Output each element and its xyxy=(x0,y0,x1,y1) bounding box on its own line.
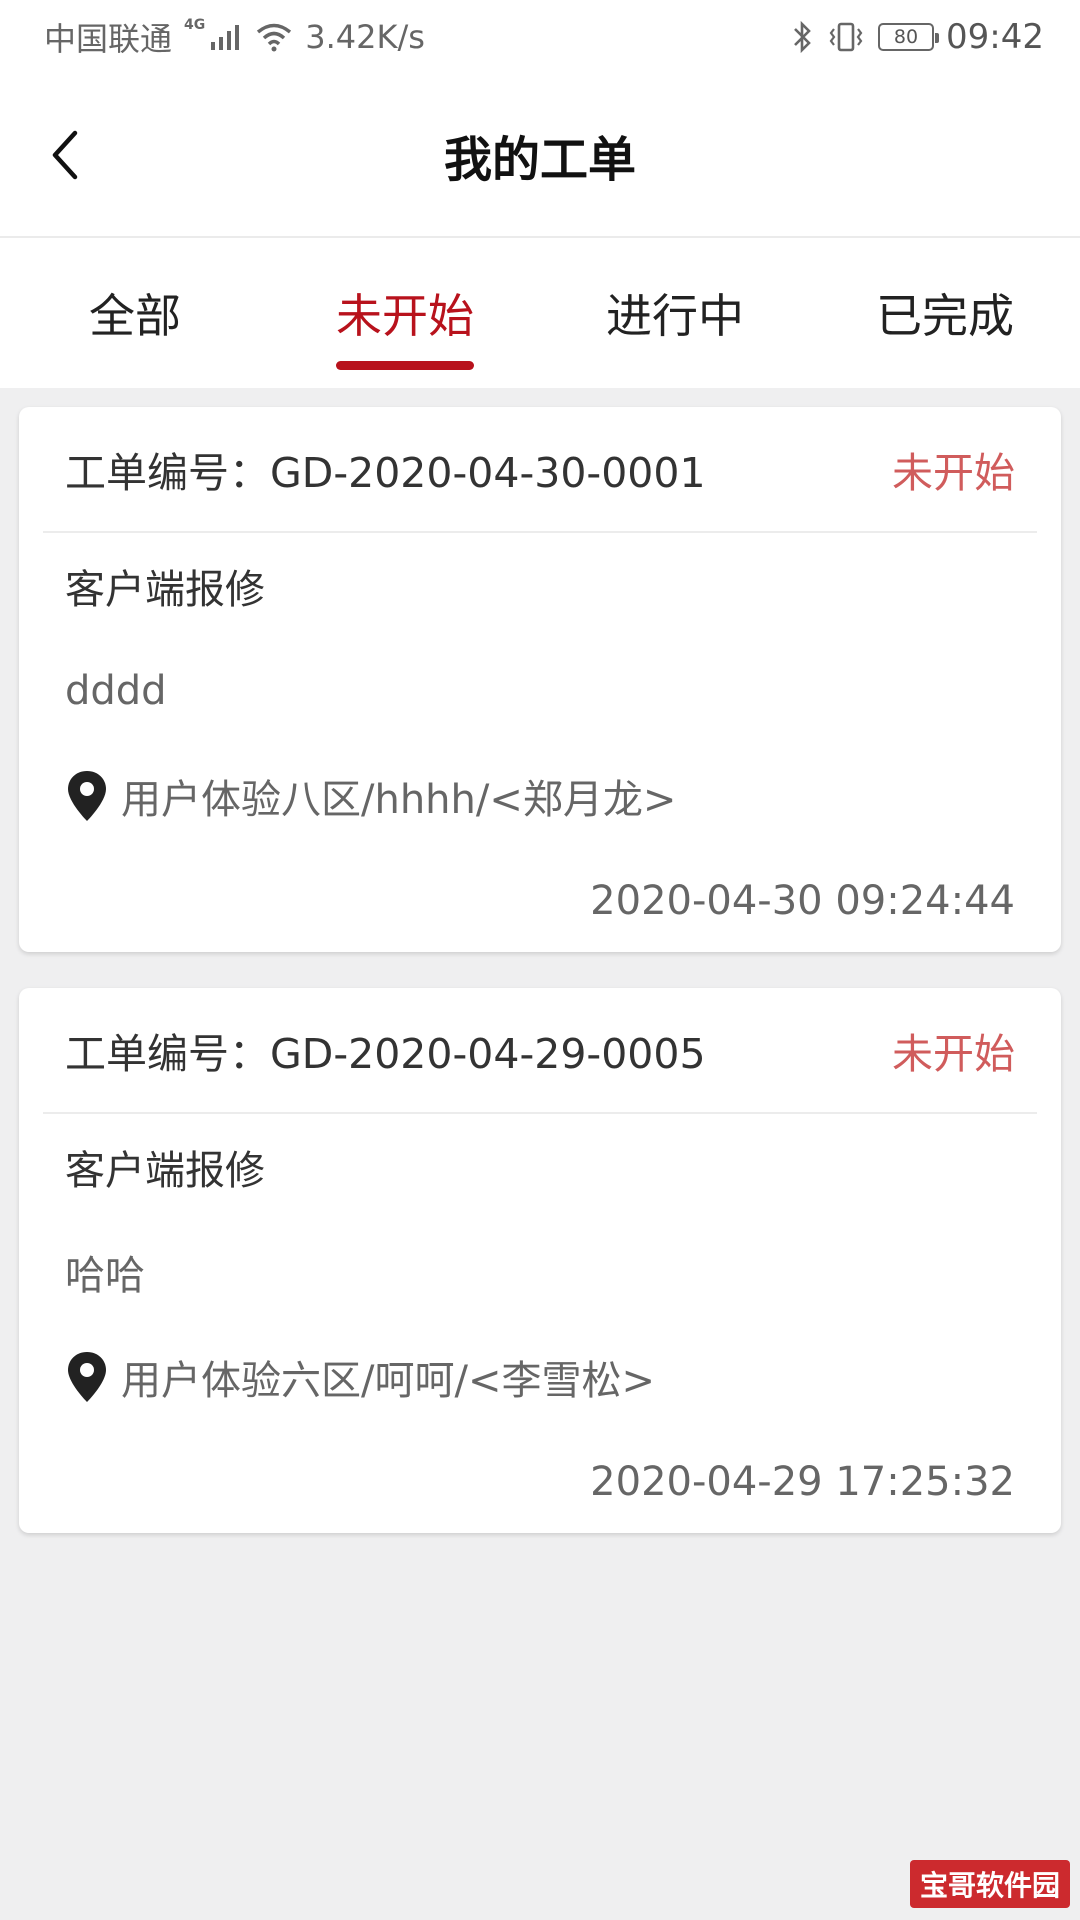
tab-label: 已完成 xyxy=(876,289,1014,343)
order-type: 客户端报修 xyxy=(65,1147,265,1194)
tab-completed[interactable]: 已完成 xyxy=(810,238,1080,388)
order-description: dddd xyxy=(65,667,167,714)
nav-bar: 我的工单 xyxy=(0,74,1080,238)
tab-label: 进行中 xyxy=(606,289,744,343)
top-area: 中国联通 4G 3.42K/s 80 09:42 我的工单 全部 未开始 进行中… xyxy=(0,0,1080,388)
order-number: 工单编号：GD-2020-04-29-0005 xyxy=(65,1030,706,1078)
bluetooth-icon xyxy=(794,20,811,54)
status-badge: 未开始 xyxy=(892,1030,1015,1078)
status-bar: 中国联通 4G 3.42K/s 80 09:42 xyxy=(0,0,1080,74)
order-card[interactable]: 工单编号：GD-2020-04-29-0005 未开始 客户端报修 哈哈 用户体… xyxy=(19,988,1061,1533)
location-pin-icon xyxy=(68,1351,106,1402)
active-tab-indicator xyxy=(336,361,474,370)
order-time: 2020-04-29 17:25:32 xyxy=(590,1458,1015,1505)
tab-all[interactable]: 全部 xyxy=(0,238,270,388)
location-text: 用户体验八区/hhhh/<郑月龙> xyxy=(121,776,677,823)
vibrate-icon xyxy=(829,22,863,52)
network-speed: 3.42K/s xyxy=(305,18,425,56)
status-left: 中国联通 4G 3.42K/s xyxy=(44,14,425,60)
battery-icon: 80 xyxy=(878,23,940,51)
order-time: 2020-04-30 09:24:44 xyxy=(590,877,1015,924)
order-card-header: 工单编号：GD-2020-04-30-0001 未开始 xyxy=(43,407,1037,533)
order-number: 工单编号：GD-2020-04-30-0001 xyxy=(65,449,706,497)
order-card[interactable]: 工单编号：GD-2020-04-30-0001 未开始 客户端报修 dddd 用… xyxy=(19,407,1061,952)
tab-label: 未开始 xyxy=(336,289,474,343)
status-badge: 未开始 xyxy=(892,449,1015,497)
battery-level: 80 xyxy=(893,26,919,48)
order-card-body: 客户端报修 dddd 用户体验八区/hhhh/<郑月龙> 2020-04-30 … xyxy=(19,533,1061,953)
order-location: 用户体验六区/呵呵/<李雪松> xyxy=(65,1324,1015,1429)
page-title: 我的工单 xyxy=(443,132,636,188)
order-description: 哈哈 xyxy=(65,1252,145,1299)
carrier-name: 中国联通 xyxy=(44,20,173,58)
order-type: 客户端报修 xyxy=(65,566,265,613)
tab-label: 全部 xyxy=(89,289,181,343)
order-card-body: 客户端报修 哈哈 用户体验六区/呵呵/<李雪松> 2020-04-29 17:2… xyxy=(19,1114,1061,1534)
chevron-left-icon xyxy=(52,130,78,180)
location-text: 用户体验六区/呵呵/<李雪松> xyxy=(121,1357,655,1404)
tab-bar: 全部 未开始 进行中 已完成 xyxy=(0,238,1080,388)
status-right: 80 09:42 xyxy=(792,17,1044,57)
tab-in-progress[interactable]: 进行中 xyxy=(540,238,810,388)
clock: 09:42 xyxy=(946,17,1044,57)
back-button[interactable] xyxy=(40,125,90,185)
order-location: 用户体验八区/hhhh/<郑月龙> xyxy=(65,743,1015,848)
location-pin-icon xyxy=(68,770,106,821)
tab-not-started[interactable]: 未开始 xyxy=(270,238,540,388)
wifi-icon xyxy=(257,23,292,52)
network-type: 4G xyxy=(184,17,206,33)
signal-icon xyxy=(211,25,240,50)
watermark: 宝哥软件园 xyxy=(909,1860,1070,1908)
order-card-header: 工单编号：GD-2020-04-29-0005 未开始 xyxy=(43,988,1037,1114)
